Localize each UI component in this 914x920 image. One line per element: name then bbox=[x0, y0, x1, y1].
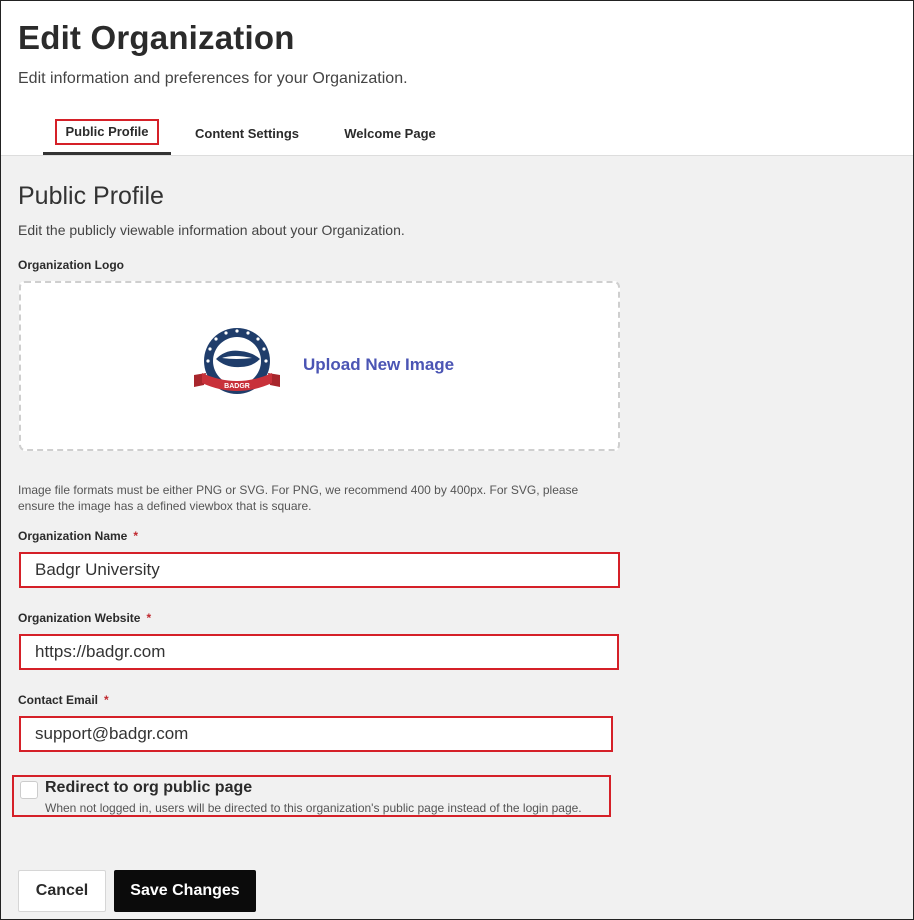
contact-email-input[interactable] bbox=[21, 718, 611, 750]
organization-name-field-wrapper bbox=[19, 552, 620, 588]
upload-new-image-link[interactable]: Upload New Image bbox=[303, 355, 454, 375]
tab-public-profile-label: Public Profile bbox=[55, 119, 159, 145]
organization-name-label: Organization Name * bbox=[18, 529, 138, 543]
required-marker: * bbox=[104, 693, 109, 707]
section-description: Edit the publicly viewable information a… bbox=[18, 222, 405, 238]
redirect-checkbox[interactable] bbox=[20, 781, 38, 799]
organization-website-label-text: Organization Website bbox=[18, 611, 141, 625]
tab-welcome-page[interactable]: Welcome Page bbox=[337, 113, 443, 155]
redirect-help-text: When not logged in, users will be direct… bbox=[45, 801, 582, 815]
logo-dropzone[interactable]: BADGR Upload New Image bbox=[19, 281, 620, 451]
contact-email-field-wrapper bbox=[19, 716, 613, 752]
redirect-option: Redirect to org public page When not log… bbox=[12, 775, 611, 817]
logo-text: BADGR bbox=[224, 383, 250, 390]
tab-bar: Public Profile Content Settings Welcome … bbox=[1, 113, 913, 155]
organization-name-input[interactable] bbox=[21, 554, 618, 586]
required-marker: * bbox=[146, 611, 152, 625]
public-profile-panel: Public Profile Edit the publicly viewabl… bbox=[1, 156, 913, 919]
organization-website-field-wrapper bbox=[19, 634, 619, 670]
section-title: Public Profile bbox=[18, 182, 164, 210]
save-changes-button[interactable]: Save Changes bbox=[114, 870, 256, 912]
page-title: Edit Organization bbox=[18, 19, 295, 56]
organization-logo-label: Organization Logo bbox=[18, 258, 124, 272]
required-marker: * bbox=[133, 529, 139, 543]
tab-content-settings[interactable]: Content Settings bbox=[187, 113, 307, 155]
edit-organization-page: Edit Organization Edit information and p… bbox=[0, 0, 914, 920]
organization-website-label: Organization Website * bbox=[18, 611, 151, 625]
tab-public-profile[interactable]: Public Profile bbox=[43, 113, 171, 155]
contact-email-label-text: Contact Email bbox=[18, 693, 99, 707]
page-subtitle: Edit information and preferences for you… bbox=[18, 70, 408, 87]
redirect-checkbox-label[interactable]: Redirect to org public page bbox=[45, 779, 252, 797]
logo-format-help: Image file formats must be either PNG or… bbox=[18, 483, 579, 513]
organization-website-input[interactable] bbox=[21, 636, 617, 668]
organization-name-label-text: Organization Name bbox=[18, 529, 128, 543]
page-header: Edit Organization Edit information and p… bbox=[1, 1, 913, 155]
cancel-button[interactable]: Cancel bbox=[18, 870, 106, 912]
badgr-logo: BADGR bbox=[194, 328, 280, 394]
contact-email-label: Contact Email * bbox=[18, 693, 109, 707]
